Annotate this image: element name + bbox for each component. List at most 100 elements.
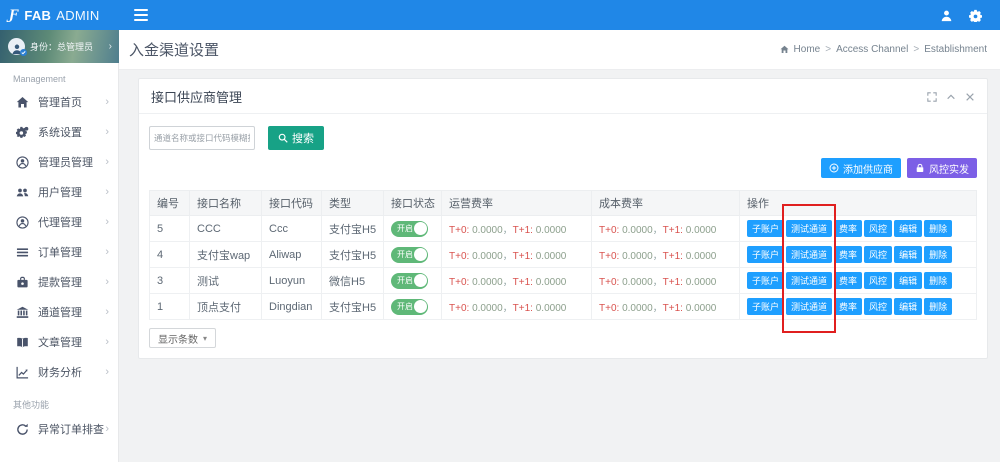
cell-id: 1	[150, 294, 190, 320]
test-channel-button[interactable]: 测试通道	[786, 246, 832, 263]
rate-button[interactable]: 费率	[834, 246, 862, 263]
column-header: 类型	[322, 191, 384, 216]
status-toggle[interactable]: 开启	[391, 273, 428, 289]
sidebar-item-system-settings[interactable]: 系统设置›	[0, 117, 119, 147]
fee-t0-value: 0.0000	[469, 277, 502, 288]
toggle-knob	[414, 300, 427, 313]
risk-control-button[interactable]: 风控	[864, 246, 892, 263]
cell-actions: 子账户测试通道费率风控编辑删除	[740, 294, 977, 320]
status-toggle[interactable]: 开启	[391, 247, 428, 263]
sidebar-item-admin-home[interactable]: 管理首页›	[0, 87, 119, 117]
sidebar-item-label: 异常订单排查	[38, 421, 104, 437]
page-size-label: 显示条数	[158, 331, 198, 346]
fee-t0-label: T+0:	[599, 251, 619, 262]
rate-button[interactable]: 费率	[834, 220, 862, 237]
page-size-button[interactable]: 显示条数 ▾	[149, 328, 216, 348]
status-toggle-label: 开启	[397, 250, 413, 259]
breadcrumb-separator: >	[825, 44, 831, 55]
subaccount-button[interactable]: 子账户	[747, 272, 784, 289]
fee-t0-label: T+0:	[599, 225, 619, 236]
sidebar-item-admin-management[interactable]: 管理员管理›	[0, 147, 119, 177]
cell-actions: 子账户测试通道费率风控编辑删除	[740, 242, 977, 268]
fee-separator: ，	[653, 251, 663, 262]
subaccount-button[interactable]: 子账户	[747, 220, 784, 237]
sidebar-item-financial-analysis[interactable]: 财务分析 ›	[0, 357, 119, 387]
cell-interface-code: Aliwap	[262, 242, 322, 268]
panel-card-body: 搜索 添加供应商 风控实发	[139, 114, 987, 358]
sidebar-item-channel-management[interactable]: 通道管理›	[0, 297, 119, 327]
search-input[interactable]	[149, 126, 255, 150]
sidebar-item-withdrawal-management[interactable]: 提款管理›	[0, 267, 119, 297]
breadcrumb-item[interactable]: Establishment	[924, 44, 987, 55]
cell-cost-rate: T+0: 0.0000，T+1: 0.0000	[592, 216, 740, 242]
cell-type: 支付宝H5	[322, 294, 384, 320]
safe-icon	[16, 276, 29, 289]
sidebar-item-user-management[interactable]: 用户管理›	[0, 177, 119, 207]
chevron-right-icon: ›	[105, 247, 109, 258]
collapse-icon[interactable]	[946, 92, 956, 102]
chevron-right-icon: ›	[105, 217, 109, 228]
settings-gear-icon[interactable]	[969, 9, 982, 22]
edit-button[interactable]: 编辑	[894, 298, 922, 315]
sidebar-item-article-management[interactable]: 文章管理›	[0, 327, 119, 357]
test-channel-button[interactable]: 测试通道	[786, 272, 832, 289]
table-row: 5CCCCcc支付宝H5开启T+0: 0.0000，T+1: 0.0000T+0…	[150, 216, 977, 242]
delete-button[interactable]: 删除	[924, 272, 952, 289]
cell-operating-rate: T+0: 0.0000，T+1: 0.0000	[442, 268, 592, 294]
breadcrumb-item[interactable]: Home	[794, 44, 821, 55]
user-account-icon[interactable]	[940, 9, 953, 22]
delete-button[interactable]: 删除	[924, 246, 952, 263]
cell-interface-name: 支付宝wap	[190, 242, 262, 268]
table-row: 3测试Luoyun微信H5开启T+0: 0.0000，T+1: 0.0000T+…	[150, 268, 977, 294]
sidebar-item-abnormal-order-check[interactable]: 异常订单排查›	[0, 414, 119, 444]
edit-button[interactable]: 编辑	[894, 220, 922, 237]
fee-separator: ，	[653, 225, 663, 236]
cell-actions: 子账户测试通道费率风控编辑删除	[740, 268, 977, 294]
edit-button[interactable]: 编辑	[894, 246, 922, 263]
column-header: 运营费率	[442, 191, 592, 216]
sidebar-item-label: 管理员管理	[38, 154, 93, 170]
delete-button[interactable]: 删除	[924, 220, 952, 237]
cell-status: 开启	[384, 294, 442, 320]
cell-status: 开启	[384, 242, 442, 268]
risk-control-button[interactable]: 风控	[864, 298, 892, 315]
fee-t0-value: 0.0000	[469, 303, 502, 314]
fee-t1-label: T+1:	[513, 251, 533, 262]
add-supplier-button[interactable]: 添加供应商	[821, 158, 901, 178]
panel-title: 接口供应商管理	[151, 87, 242, 106]
test-channel-button[interactable]: 测试通道	[786, 298, 832, 315]
sidebar-item-order-management[interactable]: 订单管理›	[0, 237, 119, 267]
cell-id: 5	[150, 216, 190, 242]
fee-t0-value: 0.0000	[619, 303, 652, 314]
risk-control-button[interactable]: 风控	[864, 272, 892, 289]
sidebar-item-agent-management[interactable]: 代理管理 ›	[0, 207, 119, 237]
status-toggle[interactable]: 开启	[391, 221, 428, 237]
sidebar-toggle-icon[interactable]	[133, 9, 149, 21]
cell-type: 支付宝H5	[322, 242, 384, 268]
expand-icon[interactable]	[927, 92, 937, 102]
cell-interface-name: CCC	[190, 216, 262, 242]
delete-button[interactable]: 删除	[924, 298, 952, 315]
fee-t1-value: 0.0000	[683, 225, 716, 236]
sidebar-item-label: 财务分析	[38, 364, 82, 380]
breadcrumb-item[interactable]: Access Channel	[836, 44, 908, 55]
subaccount-button[interactable]: 子账户	[747, 298, 784, 315]
rate-button[interactable]: 费率	[834, 272, 862, 289]
risk-control-button[interactable]: 风控	[864, 220, 892, 237]
table-head: 编号接口名称接口代码类型接口状态运营费率成本费率操作	[150, 191, 977, 216]
close-icon[interactable]	[965, 92, 975, 102]
edit-button[interactable]: 编辑	[894, 272, 922, 289]
sidebar-item-label: 代理管理	[38, 214, 82, 230]
table-row: 4支付宝wapAliwap支付宝H5开启T+0: 0.0000，T+1: 0.0…	[150, 242, 977, 268]
sidebar-user-panel[interactable]: 身份：总管理员 ›	[0, 30, 119, 63]
table-body: 5CCCCcc支付宝H5开启T+0: 0.0000，T+1: 0.0000T+0…	[150, 216, 977, 320]
test-channel-button[interactable]: 测试通道	[786, 220, 832, 237]
chevron-right-icon: ›	[105, 367, 109, 378]
rate-button[interactable]: 费率	[834, 298, 862, 315]
search-button[interactable]: 搜索	[268, 126, 324, 150]
cell-type: 支付宝H5	[322, 216, 384, 242]
subaccount-button[interactable]: 子账户	[747, 246, 784, 263]
status-toggle[interactable]: 开启	[391, 299, 428, 315]
sidebar-item-label: 管理首页	[38, 94, 82, 110]
risk-control-send-button[interactable]: 风控实发	[907, 158, 977, 178]
